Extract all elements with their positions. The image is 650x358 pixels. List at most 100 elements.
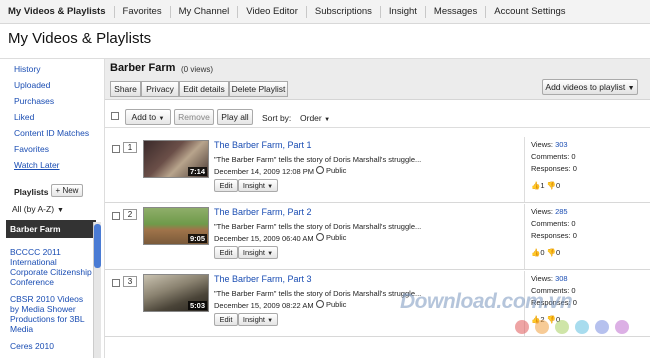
remove-button[interactable]: Remove — [174, 109, 214, 125]
video-description: "The Barber Farm" tells the story of Dor… — [214, 155, 422, 164]
nav-subscriptions[interactable]: Subscriptions — [307, 5, 381, 18]
watermark-dot — [535, 320, 549, 334]
caret-down-icon: ▼ — [267, 318, 274, 324]
thumbs-down-icon: 👎 — [546, 181, 556, 190]
privacy-label: Public — [326, 233, 347, 242]
video-thumbnail[interactable]: 9:05 — [143, 207, 209, 245]
sidebar-item-watch-later[interactable]: Watch Later — [14, 160, 60, 170]
insight-button[interactable]: Insight ▼ — [238, 179, 278, 192]
sort-by-select[interactable]: Order ▼ — [300, 113, 330, 123]
playlist-sort-select[interactable]: All (by A-Z) ▼ — [12, 204, 64, 214]
video-checkbox[interactable] — [112, 279, 120, 287]
nav-messages[interactable]: Messages — [426, 5, 487, 18]
nav-my-channel[interactable]: My Channel — [171, 5, 239, 18]
caret-down-icon: ▼ — [267, 251, 274, 257]
insight-label: Insight — [242, 315, 266, 324]
views-stat: Views: 303 — [531, 140, 568, 149]
nav-account-settings[interactable]: Account Settings — [486, 6, 573, 18]
watermark-dot — [555, 320, 569, 334]
sidebar-item-uploaded[interactable]: Uploaded — [14, 80, 50, 90]
insight-button[interactable]: Insight ▼ — [238, 246, 278, 259]
page-title: My Videos & Playlists — [8, 30, 152, 47]
playlist-item-selected[interactable]: Barber Farm — [6, 220, 96, 238]
video-stats: Views: 285 Comments: 0 Responses: 0 👍0 👎… — [524, 204, 650, 269]
nav-favorites[interactable]: Favorites — [115, 5, 171, 18]
rating-stats: 👍0 👎0 — [531, 248, 560, 257]
nav-video-editor[interactable]: Video Editor — [238, 5, 307, 18]
playlist-item[interactable]: BCCCC 2011 International Corporate Citiz… — [6, 244, 96, 291]
thumbs-up-icon: 👍 — [531, 248, 541, 257]
sidebar-item-content-id-matches[interactable]: Content ID Matches — [14, 128, 89, 138]
play-all-button[interactable]: Play all — [217, 109, 253, 125]
likes-count: 1 — [540, 181, 545, 190]
edit-button[interactable]: Edit — [214, 313, 238, 326]
video-position-input[interactable]: 2 — [123, 209, 137, 220]
playlist-item[interactable]: CBSR 2010 Videos by Media Shower Product… — [6, 291, 96, 338]
nav-insight[interactable]: Insight — [381, 5, 426, 18]
video-title-link[interactable]: The Barber Farm, Part 1 — [214, 140, 312, 150]
sidebar-item-favorites[interactable]: Favorites — [14, 144, 49, 154]
sidebar-item-purchases[interactable]: Purchases — [14, 96, 54, 106]
video-checkbox[interactable] — [112, 212, 120, 220]
likes-count: 0 — [540, 248, 545, 257]
nav-my-videos[interactable]: My Videos & Playlists — [0, 5, 115, 18]
new-playlist-button[interactable]: + New — [51, 184, 83, 197]
privacy-label: Public — [326, 166, 347, 175]
dislikes-count: 0 — [555, 248, 561, 257]
views-label: Views: — [531, 274, 553, 283]
add-videos-button[interactable]: Add videos to playlist ▼ — [542, 79, 638, 95]
watermark-logo: Download.com.vn — [400, 290, 573, 313]
comments-stat: Comments: 0 — [531, 219, 576, 228]
views-count-link[interactable]: 308 — [555, 274, 568, 283]
edit-button[interactable]: Edit — [214, 179, 238, 192]
video-title-link[interactable]: The Barber Farm, Part 2 — [214, 207, 312, 217]
video-description: "The Barber Farm" tells the story of Dor… — [214, 222, 422, 231]
privacy-button[interactable]: Privacy — [141, 81, 179, 97]
video-thumbnail[interactable]: 5:03 — [143, 274, 209, 312]
scrollbar-thumb[interactable] — [94, 224, 101, 268]
insight-button[interactable]: Insight ▼ — [238, 313, 278, 326]
video-duration: 5:03 — [187, 301, 207, 310]
video-privacy: Public — [316, 300, 346, 309]
top-navigation: My Videos & Playlists Favorites My Chann… — [0, 0, 650, 24]
delete-playlist-button[interactable]: Delete Playlist — [229, 81, 288, 97]
playlist-item[interactable]: Ceres 2010 — [6, 338, 96, 355]
dislikes-count: 0 — [555, 181, 561, 190]
add-to-button[interactable]: Add to ▼ — [125, 109, 171, 125]
views-label: Views: — [531, 140, 553, 149]
video-checkbox[interactable] — [112, 145, 120, 153]
watermark-dot — [595, 320, 609, 334]
video-date: December 14, 2009 12:08 PM — [214, 167, 315, 176]
video-duration: 9:05 — [187, 234, 207, 243]
edit-button[interactable]: Edit — [214, 246, 238, 259]
watermark-dot — [615, 320, 629, 334]
playlist-scrollbar[interactable] — [93, 222, 101, 358]
video-position-input[interactable]: 1 — [123, 142, 137, 153]
video-privacy: Public — [316, 233, 346, 242]
playlists-heading: Playlists — [14, 187, 49, 197]
video-title-link[interactable]: The Barber Farm, Part 3 — [214, 274, 312, 284]
edit-details-button[interactable]: Edit details — [179, 81, 229, 97]
video-stats: Views: 303 Comments: 0 Responses: 0 👍1 👎… — [524, 137, 650, 202]
insight-label: Insight — [242, 181, 266, 190]
comments-stat: Comments: 0 — [531, 152, 576, 161]
video-thumbnail[interactable]: 7:14 — [143, 140, 209, 178]
caret-down-icon: ▼ — [267, 184, 274, 190]
caret-down-icon: ▼ — [57, 207, 64, 214]
video-row: 1 7:14 The Barber Farm, Part 1 "The Barb… — [105, 137, 650, 203]
select-all-checkbox[interactable] — [111, 112, 119, 120]
responses-stat: Responses: 0 — [531, 231, 577, 240]
sidebar-item-history[interactable]: History — [14, 64, 40, 74]
video-date: December 15, 2009 06:40 AM — [214, 234, 314, 243]
playlist-header: Barber Farm (0 views) Share Privacy Edit… — [105, 58, 650, 100]
video-position-input[interactable]: 3 — [123, 276, 137, 287]
responses-stat: Responses: 0 — [531, 164, 577, 173]
video-row: 2 9:05 The Barber Farm, Part 2 "The Barb… — [105, 204, 650, 270]
views-count-link[interactable]: 303 — [555, 140, 568, 149]
video-privacy: Public — [316, 166, 346, 175]
playlist-views: (0 views) — [181, 65, 214, 74]
share-button[interactable]: Share — [110, 81, 141, 97]
globe-icon — [316, 300, 324, 308]
views-count-link[interactable]: 285 — [555, 207, 568, 216]
sidebar-item-liked[interactable]: Liked — [14, 112, 34, 122]
